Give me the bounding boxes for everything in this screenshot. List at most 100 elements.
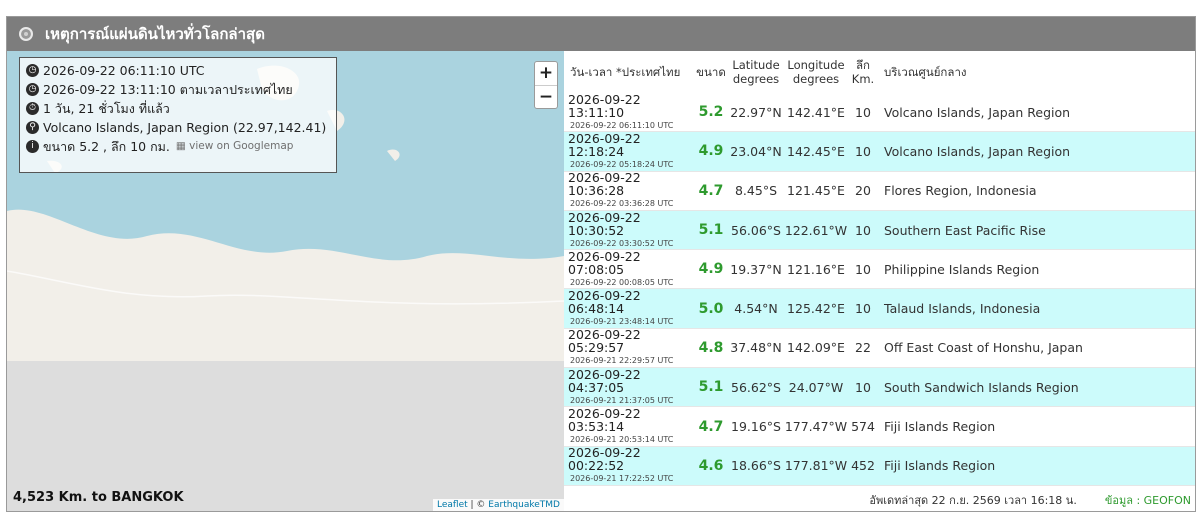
cell-depth: 20 (855, 183, 871, 199)
panel-header: เหตุการณ์แผ่นดินไหวทั่วโลกล่าสุด (7, 17, 1195, 51)
cell-local-time: 2026-09-22 05:29:57 (568, 327, 641, 356)
cell-time: 2026-09-22 10:36:28 2026-09-22 03:36:28 U… (564, 171, 694, 210)
cell-latitude: 56.06°S (731, 222, 781, 238)
cell-magnitude: 4.9 (698, 143, 724, 160)
cell-magnitude: 5.1 (698, 379, 724, 396)
header-time: วัน-เวลา *ประเทศไทย (570, 65, 681, 79)
info-local-row: ◷ 2026-09-22 13:11:10 ตามเวลาประเทศไทย (26, 80, 330, 99)
header-depth: ลึก Km. (848, 58, 878, 86)
cell-latitude: 4.54°N (734, 301, 778, 317)
header-longitude-2: degrees (792, 72, 840, 86)
info-utc-time: 2026-09-22 06:11:10 UTC (43, 63, 205, 78)
cell-utc-time: 2026-09-22 06:11:10 UTC (570, 120, 674, 130)
header-region: บริเวณศูนย์กลาง (884, 65, 967, 79)
cell-local-time: 2026-09-22 04:37:05 (568, 366, 641, 395)
cell-magnitude: 5.2 (698, 104, 724, 121)
table-row[interactable]: 2026-09-22 03:53:14 2026-09-21 20:53:14 U… (564, 407, 1195, 447)
table-row[interactable]: 2026-09-22 10:30:52 2026-09-22 03:30:52 U… (564, 211, 1195, 251)
header-latitude: Latitude degrees (728, 58, 784, 86)
cell-longitude: 177.47°W (784, 419, 848, 435)
table-row[interactable]: 2026-09-22 12:18:24 2026-09-22 05:18:24 U… (564, 132, 1195, 172)
quake-table: วัน-เวลา *ประเทศไทย ขนาด Latitude degree… (564, 51, 1195, 511)
cell-longitude: 122.61°W (784, 222, 848, 238)
cell-local-time: 2026-09-22 00:22:52 (568, 445, 641, 474)
cell-depth: 574 (851, 419, 875, 435)
table-row[interactable]: 2026-09-22 04:37:05 2026-09-21 21:37:05 U… (564, 368, 1195, 408)
record-icon (19, 27, 33, 41)
quake-info-box: ◷ 2026-09-22 06:11:10 UTC ◷ 2026-09-22 1… (19, 57, 337, 173)
info-magnitude-depth: ขนาด 5.2 , ลึก 10 กม. (43, 139, 170, 154)
cell-depth: 10 (855, 261, 871, 277)
info-ago: 1 วัน, 21 ชั่วโมง ที่แล้ว (43, 101, 170, 116)
cell-longitude: 125.42°E (787, 301, 845, 317)
header-longitude: Longitude degrees (784, 58, 848, 86)
info-utc-row: ◷ 2026-09-22 06:11:10 UTC (26, 61, 330, 80)
cell-magnitude: 4.6 (698, 457, 724, 474)
info-local-time: 2026-09-22 13:11:10 ตามเวลาประเทศไทย (43, 82, 293, 97)
cell-depth: 10 (855, 104, 871, 120)
table-row[interactable]: 2026-09-22 10:36:28 2026-09-22 03:36:28 U… (564, 171, 1195, 211)
cell-magnitude: 4.8 (698, 339, 724, 356)
table-body: 2026-09-22 13:11:10 2026-09-22 06:11:10 U… (564, 93, 1195, 486)
info-magnitude-row: i ขนาด 5.2 , ลึก 10 กม. ▦ view on Google… (26, 137, 330, 156)
last-updated: อัพเดทล่าสุด 22 ก.ย. 2569 เวลา 16:18 น. (869, 494, 1077, 507)
cell-depth: 10 (855, 379, 871, 395)
cell-magnitude: 4.7 (698, 418, 724, 435)
cell-longitude: 142.41°E (787, 104, 845, 120)
table-row[interactable]: 2026-09-22 00:22:52 2026-09-21 17:22:52 U… (564, 446, 1195, 486)
map-attribution: Leaflet | © EarthquakeTMD (433, 499, 564, 511)
cell-local-time: 2026-09-22 03:53:14 (568, 406, 641, 435)
cell-depth: 10 (855, 222, 871, 238)
cell-latitude: 23.04°N (730, 143, 782, 159)
table-row[interactable]: 2026-09-22 06:48:14 2026-09-21 23:48:14 U… (564, 289, 1195, 329)
header-latitude-1: Latitude (732, 58, 780, 72)
table-row[interactable]: 2026-09-22 07:08:05 2026-09-22 00:08:05 U… (564, 250, 1195, 290)
googlemap-link[interactable]: ▦ view on Googlemap (176, 137, 294, 156)
cell-latitude: 56.62°S (731, 379, 781, 395)
cell-utc-time: 2026-09-21 20:53:14 UTC (570, 435, 674, 445)
distance-label: 4,523 Km. to BANGKOK (13, 490, 184, 505)
cell-utc-time: 2026-09-21 17:22:52 UTC (570, 474, 674, 484)
cell-longitude: 142.09°E (787, 340, 845, 356)
cell-time: 2026-09-22 00:22:52 2026-09-21 17:22:52 U… (564, 446, 694, 485)
zoom-out-button[interactable]: − (535, 85, 557, 108)
zoom-control: + − (534, 61, 558, 109)
map-icon: ▦ (175, 140, 186, 152)
cell-region: Flores Region, Indonesia (884, 183, 1037, 199)
table-header: วัน-เวลา *ประเทศไทย ขนาด Latitude degree… (564, 51, 1195, 93)
earthquake-tmd-link[interactable]: EarthquakeTMD (488, 500, 560, 510)
zoom-in-button[interactable]: + (535, 62, 557, 85)
cell-latitude: 22.97°N (730, 104, 782, 120)
clock-icon: ◷ (26, 83, 39, 96)
cell-time: 2026-09-22 04:37:05 2026-09-21 21:37:05 U… (564, 368, 694, 407)
cell-magnitude: 4.9 (698, 261, 724, 278)
cell-longitude: 24.07°W (788, 379, 844, 395)
cell-utc-time: 2026-09-21 21:37:05 UTC (570, 395, 674, 405)
cell-time: 2026-09-22 03:53:14 2026-09-21 20:53:14 U… (564, 407, 694, 446)
header-depth-1: ลึก (855, 58, 870, 72)
cell-region: South Sandwich Islands Region (884, 379, 1079, 395)
earthquake-map[interactable]: ◷ 2026-09-22 06:11:10 UTC ◷ 2026-09-22 1… (7, 51, 564, 511)
cell-region: Philippine Islands Region (884, 261, 1040, 277)
cell-local-time: 2026-09-22 13:11:10 (568, 91, 641, 120)
cell-local-time: 2026-09-22 10:36:28 (568, 170, 641, 199)
cell-longitude: 142.45°E (787, 143, 845, 159)
header-longitude-1: Longitude (787, 58, 845, 72)
cell-time: 2026-09-22 10:30:52 2026-09-22 03:30:52 U… (564, 211, 694, 250)
info-location: Volcano Islands, Japan Region (22.97,142… (43, 120, 327, 135)
leaflet-link[interactable]: Leaflet (437, 500, 468, 510)
cell-longitude: 121.45°E (787, 183, 845, 199)
cell-region: Talaud Islands, Indonesia (884, 301, 1041, 317)
cell-magnitude: 4.7 (698, 182, 724, 199)
cell-latitude: 19.37°N (730, 261, 782, 277)
table-row[interactable]: 2026-09-22 05:29:57 2026-09-21 22:29:57 U… (564, 327, 1195, 369)
earthquake-panel: เหตุการณ์แผ่นดินไหวทั่วโลกล่าสุด ◷ 2026-… (6, 16, 1196, 512)
stopwatch-icon: ⏱ (26, 102, 39, 115)
cell-longitude: 121.16°E (787, 261, 845, 277)
attribution-separator: | © (467, 500, 489, 510)
info-location-row: ⚲ Volcano Islands, Japan Region (22.97,1… (26, 118, 330, 137)
cell-magnitude: 5.0 (698, 300, 724, 317)
cell-time: 2026-09-22 13:11:10 2026-09-22 06:11:10 U… (564, 93, 694, 132)
table-row[interactable]: 2026-09-22 13:11:10 2026-09-22 06:11:10 U… (564, 93, 1195, 133)
cell-latitude: 37.48°N (730, 340, 782, 356)
